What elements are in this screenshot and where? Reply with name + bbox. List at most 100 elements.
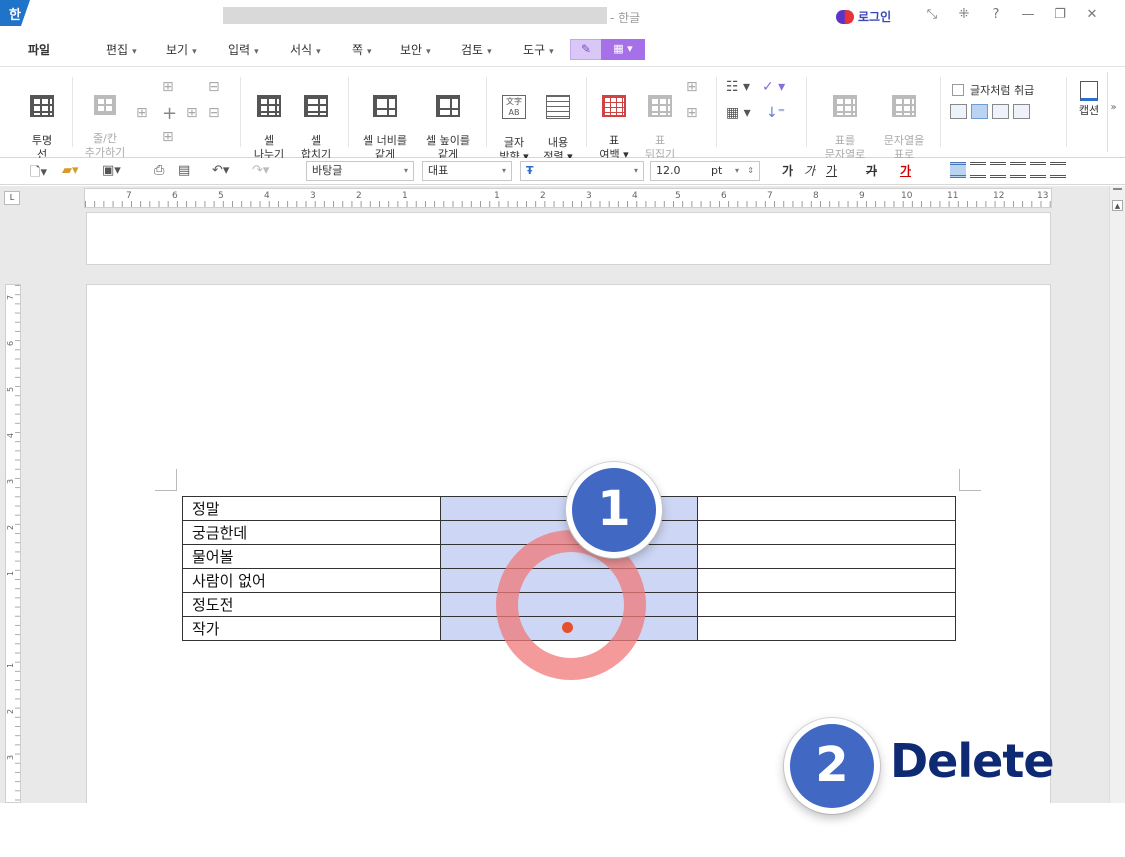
menu-review[interactable]: 검토 ▾	[461, 41, 492, 58]
ruler-label: 5	[675, 191, 681, 201]
font-lang-select[interactable]: 대표 ▾	[422, 161, 512, 181]
fullscreen-icon[interactable]: ⤡	[916, 7, 948, 22]
align-left-icon[interactable]	[970, 162, 986, 178]
flip-table-label: 표 뒤집기	[644, 134, 676, 161]
align-distribute-icon[interactable]	[1030, 162, 1046, 178]
align-justify-icon[interactable]	[1013, 104, 1030, 119]
table-cell[interactable]	[697, 616, 956, 641]
distribute-rows-icon[interactable]: ⊞	[686, 79, 698, 95]
split-cell-button[interactable]: 셀 나누기	[248, 81, 290, 162]
text-to-table-button[interactable]: 문자열을 표로	[876, 81, 932, 162]
insert-above-icon[interactable]: ⊞	[162, 79, 174, 95]
align-middle-icon[interactable]	[971, 104, 988, 119]
menu-edit[interactable]: 편집 ▾	[106, 41, 137, 58]
scroll-handle[interactable]	[1113, 188, 1122, 190]
new-document-icon[interactable]: 🗋▾	[30, 163, 47, 185]
spellcheck-icon[interactable]: ✓ ▾	[762, 79, 785, 95]
style-select[interactable]: 바탕글 ▾	[306, 161, 414, 181]
vertical-scrollbar[interactable]: ▲	[1109, 186, 1125, 803]
ruler-label: 3	[586, 191, 592, 201]
align-divide-icon[interactable]	[1050, 162, 1066, 178]
font-color-button[interactable]: 가	[900, 162, 911, 179]
table-cell[interactable]	[697, 592, 956, 617]
row-col-add-button[interactable]: 줄/칸 추가하기	[78, 81, 132, 160]
table-cell[interactable]	[697, 568, 956, 593]
align-center-icon[interactable]	[990, 162, 1006, 178]
table-design-tab-icon[interactable]: ✎	[570, 39, 602, 60]
table-layout-tab[interactable]: ▦ ▾	[601, 39, 645, 60]
caption-button[interactable]: 캡션	[1072, 81, 1106, 118]
sort-icon[interactable]: ↓⁼	[766, 105, 785, 121]
print-icon[interactable]: ⎙	[154, 163, 164, 178]
font-size-select[interactable]: 12.0 pt ▾ ⇕	[650, 161, 760, 181]
close-icon[interactable]: ✕	[1076, 7, 1108, 22]
table-cell[interactable]	[697, 520, 956, 545]
insert-left-icon[interactable]: ⊞	[136, 105, 148, 121]
caption-icon	[1080, 81, 1098, 101]
spin-icon[interactable]: ⇕	[747, 162, 754, 180]
vertical-ruler[interactable]: 7 6 5 4 3 2 1 1 2 3	[5, 284, 21, 803]
help-icon[interactable]: ?	[980, 7, 1012, 22]
redo-icon[interactable]: ↷▾	[252, 163, 269, 178]
distribute-cols-icon[interactable]: ⊞	[686, 105, 698, 121]
add-icon[interactable]: +	[162, 103, 177, 124]
menu-tools[interactable]: 도구 ▾	[523, 41, 554, 58]
italic-button[interactable]: 가	[804, 162, 815, 179]
font-name-select[interactable]: Ŧ ▾	[520, 161, 644, 181]
menu-insert[interactable]: 입력 ▾	[228, 41, 259, 58]
transparent-line-button[interactable]: 투명 선	[22, 81, 62, 162]
underline-button[interactable]: 가	[826, 162, 837, 179]
horizontal-ruler[interactable]: 7 6 5 4 3 2 1 1 2 3 4 5 6 7 8 9 10 11 12…	[84, 188, 1052, 208]
login-button[interactable]: 로그인	[836, 8, 891, 25]
delete-row-icon[interactable]: ⊟	[208, 79, 220, 95]
table-cell[interactable]: 사람이 없어	[182, 568, 441, 593]
cell-block-icon[interactable]: ▦ ▾	[726, 105, 751, 121]
merge-cell-button[interactable]: 셀 합치기	[294, 81, 338, 162]
bold-button[interactable]: 가	[782, 162, 793, 179]
align-top-icon[interactable]	[950, 104, 967, 119]
align-bottom-icon[interactable]	[992, 104, 1009, 119]
undo-icon[interactable]: ↶▾	[212, 163, 229, 178]
checkbox-icon[interactable]	[952, 84, 964, 96]
minimize-icon[interactable]: —	[1012, 7, 1044, 22]
menu-page[interactable]: 쪽 ▾	[352, 41, 372, 58]
restore-icon[interactable]: ❐	[1044, 7, 1076, 22]
menu-format[interactable]: 서식 ▾	[290, 41, 321, 58]
table-cell[interactable]: 궁금한데	[182, 520, 441, 545]
save-icon[interactable]: ▣▾	[102, 163, 121, 178]
text-direction-button[interactable]: 文字 AB 글자 방향 ▾	[494, 81, 534, 164]
table-cell[interactable]: 작가	[182, 616, 441, 641]
scroll-up-icon[interactable]: ▲	[1112, 200, 1123, 211]
table-cell[interactable]	[697, 544, 956, 569]
insert-right-icon[interactable]: ⊞	[186, 105, 198, 121]
table-margin-label: 표 여백 ▾	[599, 134, 629, 161]
ruler-label: 3	[6, 478, 16, 485]
menu-security[interactable]: 보안 ▾	[400, 41, 431, 58]
content-align-button[interactable]: 내용 정렬 ▾	[538, 81, 578, 164]
cell-property-icon[interactable]: ☷ ▾	[726, 79, 750, 95]
menu-file[interactable]: 파일	[28, 41, 50, 58]
table-margin-button[interactable]: 표 여백 ▾	[594, 81, 634, 162]
insert-below-icon[interactable]: ⊞	[162, 129, 174, 145]
table-cell[interactable]: 정말	[182, 496, 441, 521]
strike-button[interactable]: 가	[866, 162, 877, 179]
treat-as-char-checkbox[interactable]: 글자처럼 취급	[952, 82, 1034, 98]
hangul-logo-icon[interactable]: 한	[0, 0, 30, 26]
menu-view[interactable]: 보기 ▾	[166, 41, 197, 58]
equal-width-button[interactable]: 셀 너비를 같게	[354, 81, 416, 162]
ribbon-expand-icon[interactable]: »	[1107, 72, 1119, 152]
equal-height-button[interactable]: 셀 높이를 같게	[418, 81, 478, 162]
table-cell[interactable]	[697, 496, 956, 521]
open-folder-icon[interactable]: ▰▾	[62, 163, 79, 178]
flip-table-button[interactable]: 표 뒤집기	[638, 81, 682, 162]
delete-col-icon[interactable]: ⊟	[208, 105, 220, 121]
preview-icon[interactable]: ▤	[178, 163, 190, 178]
table-cell[interactable]: 물어볼	[182, 544, 441, 569]
table-to-text-button[interactable]: 표를 문자열로	[818, 81, 872, 162]
align-right-icon[interactable]	[1010, 162, 1026, 178]
bottom-margin	[0, 803, 1125, 857]
align-justify-icon[interactable]	[950, 162, 966, 178]
tab-type-icon[interactable]: L	[4, 191, 20, 205]
resize-icon[interactable]: ⁜	[948, 7, 980, 22]
table-cell[interactable]: 정도전	[182, 592, 441, 617]
